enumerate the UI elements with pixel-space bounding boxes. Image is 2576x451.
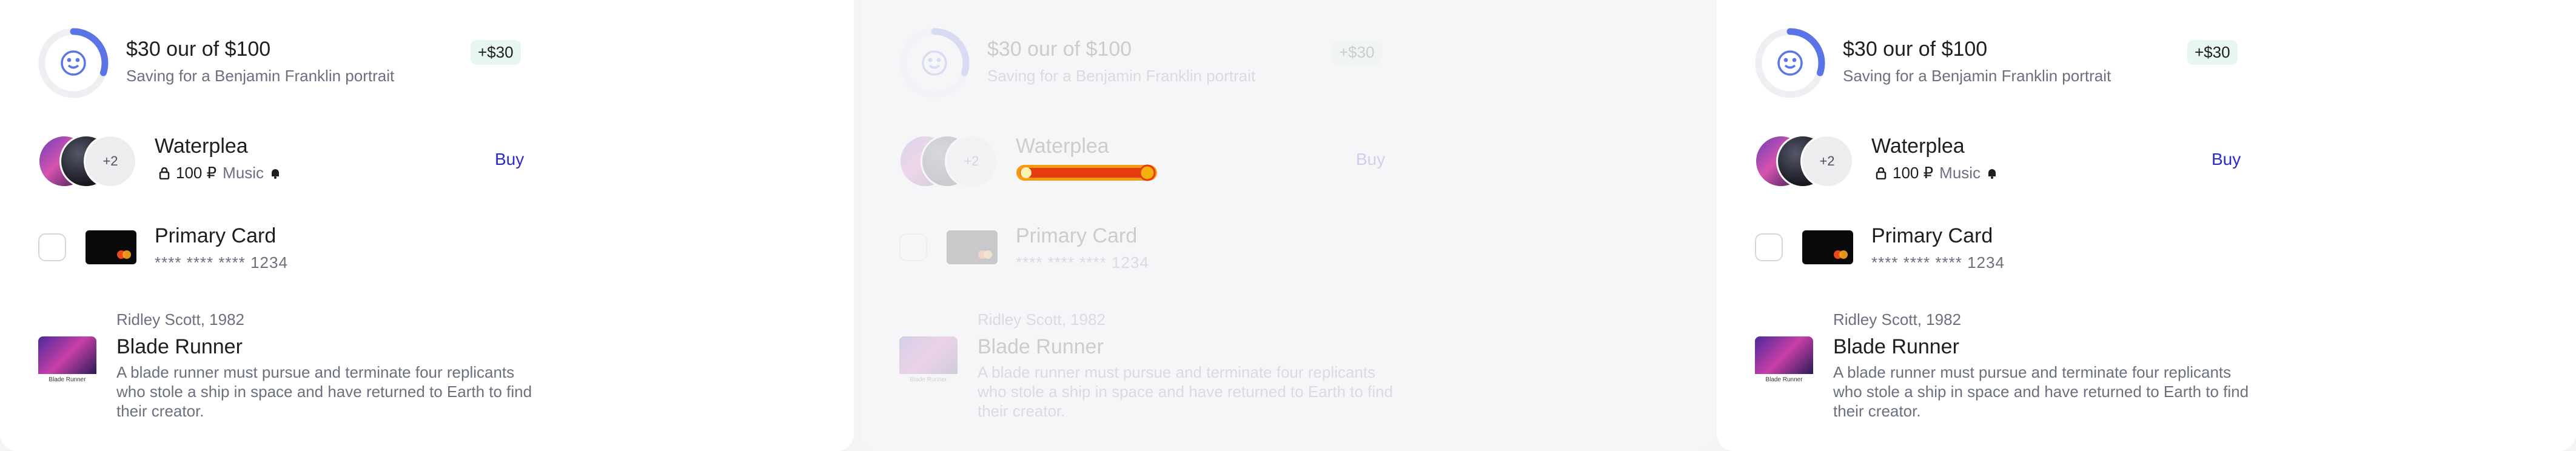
card-title: Primary Card bbox=[1871, 224, 1993, 247]
sparkle-strip bbox=[1016, 164, 1157, 181]
movie-description: A blade runner must pursue and terminate… bbox=[978, 363, 1394, 420]
waterplea-price: 100 ₽ bbox=[1893, 164, 1934, 182]
poster-art bbox=[38, 336, 96, 374]
progress-subtitle: Saving for a Benjamin Franklin portrait bbox=[987, 67, 1256, 85]
waterplea-title: Waterplea bbox=[1016, 135, 1109, 158]
panel-right: $30 our of $100 Saving for a Benjamin Fr… bbox=[1717, 0, 2576, 451]
movie-author: Ridley Scott, 1982 bbox=[116, 310, 245, 329]
poster-art bbox=[899, 336, 958, 374]
avatar-stack[interactable]: +2 bbox=[38, 135, 137, 188]
card-number: **** **** **** 1234 bbox=[1016, 253, 1149, 272]
avatar-more-count: +2 bbox=[1800, 135, 1854, 188]
card-logo-circle bbox=[122, 250, 131, 259]
card-number: **** **** **** 1234 bbox=[155, 253, 288, 272]
card-title: Primary Card bbox=[155, 224, 277, 247]
card-image bbox=[86, 230, 136, 264]
avatar-stack[interactable]: +2 bbox=[1754, 135, 1854, 188]
waterplea-title: Waterplea bbox=[1871, 135, 1965, 158]
movie-title: Blade Runner bbox=[116, 335, 243, 358]
waterplea-price: 100 ₽ bbox=[176, 164, 217, 182]
progress-badge: +$30 bbox=[1332, 40, 1382, 65]
smile-icon bbox=[922, 50, 947, 76]
movie-title: Blade Runner bbox=[1833, 335, 1959, 358]
panel-left: $30 our of $100 Saving for a Benjamin Fr… bbox=[0, 0, 854, 451]
smile-icon bbox=[1777, 50, 1803, 76]
progress-ring bbox=[899, 28, 970, 98]
bell-icon bbox=[1988, 169, 1996, 179]
buy-button[interactable]: Buy bbox=[495, 150, 524, 169]
card-checkbox[interactable] bbox=[899, 233, 927, 261]
smile-icon bbox=[61, 50, 86, 76]
buy-button[interactable]: Buy bbox=[1356, 150, 1385, 169]
waterplea-tag: Music bbox=[223, 164, 264, 182]
movie-poster: Blade Runner bbox=[899, 336, 958, 395]
lock-icon bbox=[159, 167, 170, 179]
poster-caption: Blade Runner bbox=[1765, 376, 1803, 383]
progress-subtitle: Saving for a Benjamin Franklin portrait bbox=[1843, 67, 2111, 85]
movie-description: A blade runner must pursue and terminate… bbox=[116, 363, 532, 420]
card-image bbox=[947, 230, 998, 264]
avatar-more-count: +2 bbox=[84, 135, 137, 188]
progress-title: $30 our of $100 bbox=[1843, 38, 1988, 61]
buy-button[interactable]: Buy bbox=[2212, 150, 2241, 169]
movie-author: Ridley Scott, 1982 bbox=[978, 310, 1106, 329]
movie-author: Ridley Scott, 1982 bbox=[1833, 310, 1962, 329]
movie-title: Blade Runner bbox=[978, 335, 1104, 358]
progress-ring bbox=[1755, 28, 1825, 98]
waterplea-tag: Music bbox=[1939, 164, 1981, 182]
panel-middle: $30 our of $100 Saving for a Benjamin Fr… bbox=[861, 0, 1715, 451]
bell-icon bbox=[272, 169, 280, 179]
waterplea-meta: 100 ₽ Music bbox=[159, 164, 281, 182]
card-number: **** **** **** 1234 bbox=[1871, 253, 2005, 272]
card-checkbox[interactable] bbox=[38, 233, 66, 261]
movie-description: A blade runner must pursue and terminate… bbox=[1833, 363, 2249, 420]
progress-ring bbox=[38, 28, 109, 98]
avatar-more-count: +2 bbox=[945, 135, 998, 188]
waterplea-title: Waterplea bbox=[155, 135, 248, 158]
movie-poster: Blade Runner bbox=[38, 336, 96, 395]
progress-badge: +$30 bbox=[2187, 40, 2238, 65]
poster-caption: Blade Runner bbox=[910, 376, 947, 383]
card-logo-circle bbox=[984, 250, 992, 259]
card-title: Primary Card bbox=[1016, 224, 1138, 247]
progress-subtitle: Saving for a Benjamin Franklin portrait bbox=[126, 67, 395, 85]
poster-art bbox=[1755, 336, 1813, 374]
avatar-stack[interactable]: +2 bbox=[899, 135, 998, 188]
waterplea-meta: 100 ₽ Music bbox=[1876, 164, 1997, 182]
progress-badge: +$30 bbox=[471, 40, 521, 65]
lock-icon bbox=[1876, 167, 1887, 179]
card-image bbox=[1802, 230, 1853, 264]
poster-caption: Blade Runner bbox=[49, 376, 86, 383]
progress-title: $30 our of $100 bbox=[987, 38, 1132, 61]
card-checkbox[interactable] bbox=[1755, 233, 1783, 261]
card-logo-circle bbox=[1839, 250, 1848, 259]
progress-title: $30 our of $100 bbox=[126, 38, 271, 61]
movie-poster: Blade Runner bbox=[1755, 336, 1813, 395]
